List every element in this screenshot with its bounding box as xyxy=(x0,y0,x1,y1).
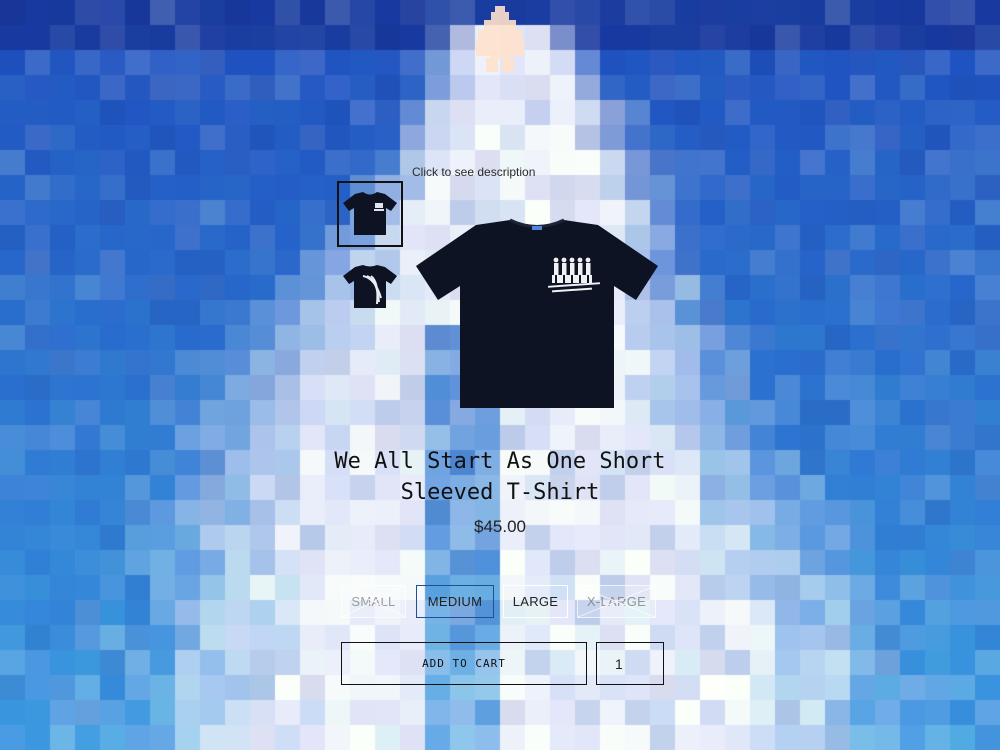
unavailable-cross-icon xyxy=(578,586,655,617)
product-image[interactable] xyxy=(414,218,660,410)
tshirt-back-thumbnail-icon xyxy=(343,265,397,308)
description-link[interactable]: Click to see description xyxy=(412,165,535,179)
product-title: We All Start As One Short Sleeved T-Shir… xyxy=(320,446,680,508)
size-label-medium: MEDIUM xyxy=(427,594,483,609)
size-label-large: LARGE xyxy=(512,594,559,609)
thumbnail-front[interactable] xyxy=(337,181,403,247)
figure-logo-icon[interactable] xyxy=(472,4,528,76)
tshirt-front-thumbnail-icon xyxy=(343,192,397,235)
quantity-input[interactable]: 1 xyxy=(596,642,664,685)
unavailable-cross-icon xyxy=(342,586,405,617)
product-price: $45.00 xyxy=(474,517,526,536)
size-option-medium[interactable]: MEDIUM xyxy=(416,585,494,618)
size-option-x-large[interactable]: X-LARGE xyxy=(577,585,656,618)
size-option-small[interactable]: SMALL xyxy=(341,585,406,618)
size-option-large[interactable]: LARGE xyxy=(503,585,568,618)
thumbnail-back[interactable] xyxy=(339,256,401,318)
product-title-line2: Sleeved T-Shirt xyxy=(400,480,600,505)
product-title-line1: We All Start As One Short xyxy=(334,449,666,474)
add-to-cart-button[interactable]: ADD TO CART xyxy=(341,642,587,685)
